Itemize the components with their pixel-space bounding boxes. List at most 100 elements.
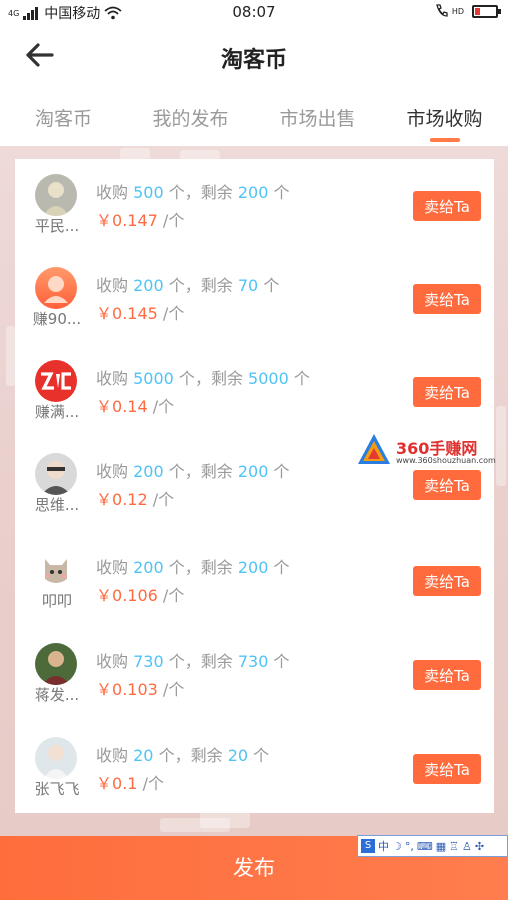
tab-taoke-coin[interactable]: 淘客币 (0, 90, 127, 146)
list-item: 张飞飞 收购 20 个，剩余 20 个 ￥0.1 /个 卖给Ta (15, 722, 494, 815)
unit-label: 个 (263, 276, 280, 295)
buy-count: 200 (133, 462, 164, 481)
remaining-count: 200 (237, 183, 269, 202)
currency-symbol: ￥ (96, 304, 113, 323)
remaining-label: ，剩余 (194, 369, 243, 388)
battery-icon (472, 4, 501, 18)
avatar (35, 737, 77, 779)
list-item: 叩叩 收购 200 个，剩余 200 个 ￥0.106 /个 卖给Ta (15, 534, 494, 627)
per-unit-label: /个 (162, 680, 185, 699)
price-info: ￥0.1 /个 (96, 770, 164, 794)
buy-count: 200 (133, 276, 164, 295)
per-unit-label: /个 (162, 304, 185, 323)
status-bar: 4G 中国移动 08:07 HD (0, 0, 508, 24)
username: 蒋发... (34, 686, 80, 704)
buy-label: 收购 (96, 183, 129, 202)
per-unit-label: /个 (162, 586, 185, 605)
remaining-label: ，剩余 (174, 746, 223, 765)
per-unit-label: /个 (152, 490, 175, 509)
sell-button[interactable]: 卖给Ta (413, 191, 481, 221)
remaining-count: 200 (237, 558, 269, 577)
sell-button[interactable]: 卖给Ta (413, 566, 481, 596)
remaining-label: ，剩余 (184, 276, 233, 295)
tab-market-sell[interactable]: 市场出售 (254, 90, 381, 146)
buy-label: 收购 (96, 369, 129, 388)
remaining-label: ，剩余 (184, 558, 233, 577)
price-value: 0.14 (112, 397, 148, 416)
unit-label: 个 (168, 276, 185, 295)
remaining-count: 5000 (248, 369, 289, 388)
avatar (35, 549, 77, 591)
currency-symbol: ￥ (96, 211, 113, 230)
buy-listing-card: 平民... 收购 500 个，剩余 200 个 ￥0.147 /个 卖给Ta 赚… (15, 159, 494, 813)
price-info: ￥0.106 /个 (96, 582, 184, 606)
ime-toolbar: S 中 ☽ °, ⌨ ▦ ♖ ♙ ✣ (357, 835, 508, 857)
shirt-icon[interactable]: ♖ (449, 840, 459, 853)
unit-label: 个 (273, 462, 290, 481)
price-value: 0.106 (112, 586, 158, 605)
buy-info: 收购 200 个，剩余 200 个 (96, 554, 290, 578)
unit-label: 个 (273, 652, 290, 671)
sell-button[interactable]: 卖给Ta (413, 377, 481, 407)
list-item: 平民... 收购 500 个，剩余 200 个 ￥0.147 /个 卖给Ta (15, 159, 494, 252)
buy-label: 收购 (96, 558, 129, 577)
watermark-url: www.360shouzhuan.com (396, 456, 496, 465)
sell-button[interactable]: 卖给Ta (413, 470, 481, 500)
sell-button[interactable]: 卖给Ta (413, 284, 481, 314)
phone-icon (435, 4, 448, 17)
price-value: 0.103 (112, 680, 158, 699)
buy-info: 收购 20 个，剩余 20 个 (96, 742, 269, 766)
per-unit-label: /个 (142, 774, 164, 793)
unit-label: 个 (168, 183, 185, 202)
avatar (35, 453, 77, 495)
buy-info: 收购 500 个，剩余 200 个 (96, 179, 290, 203)
ime-mode[interactable]: 中 (378, 838, 389, 854)
price-info: ￥0.145 /个 (96, 300, 184, 324)
avatar (35, 267, 77, 309)
username: 赚满... (34, 403, 80, 421)
user-icon[interactable]: ♙ (462, 840, 472, 853)
price-info: ￥0.147 /个 (96, 207, 184, 231)
currency-symbol: ￥ (96, 586, 113, 605)
tab-my-posts[interactable]: 我的发布 (127, 90, 254, 146)
sell-button[interactable]: 卖给Ta (413, 754, 481, 784)
remaining-count: 730 (237, 652, 269, 671)
unit-label: 个 (168, 558, 185, 577)
watermark-logo-icon (358, 434, 390, 464)
unit-label: 个 (158, 746, 175, 765)
unit-label: 个 (168, 462, 185, 481)
currency-symbol: ￥ (96, 680, 113, 699)
keyboard-icon[interactable]: ⌨ (417, 840, 433, 853)
remaining-label: ，剩余 (184, 652, 233, 671)
sell-button[interactable]: 卖给Ta (413, 660, 481, 690)
buy-count: 5000 (133, 369, 174, 388)
grid-icon[interactable]: ▦ (436, 840, 446, 853)
price-value: 0.147 (112, 211, 158, 230)
tab-bar: 淘客币 我的发布 市场出售 市场收购 (0, 90, 508, 146)
ime-logo-icon[interactable]: S (361, 839, 375, 853)
settings-icon[interactable]: ✣ (475, 840, 484, 853)
tab-market-buy[interactable]: 市场收购 (381, 90, 508, 146)
buy-info: 收购 730 个，剩余 730 个 (96, 648, 290, 672)
remaining-label: ，剩余 (184, 183, 233, 202)
price-info: ￥0.103 /个 (96, 676, 184, 700)
price-value: 0.1 (112, 774, 138, 793)
moon-icon[interactable]: ☽ (392, 840, 402, 853)
avatar (35, 174, 77, 216)
username: 叩叩 (41, 592, 72, 610)
status-time: 08:07 (232, 3, 276, 21)
status-right: HD (434, 3, 501, 19)
currency-symbol: ￥ (96, 397, 113, 416)
buy-label: 收购 (96, 462, 129, 481)
buy-info: 收购 5000 个，剩余 5000 个 (96, 365, 310, 389)
remaining-count: 200 (237, 462, 269, 481)
avatar (35, 643, 77, 685)
username: 赚90... (32, 310, 82, 328)
page-title: 淘客币 (220, 48, 287, 73)
price-info: ￥0.14 /个 (96, 393, 174, 417)
punctuation-icon[interactable]: °, (405, 840, 414, 853)
username: 思维... (34, 496, 80, 514)
per-unit-label: /个 (162, 211, 185, 230)
unit-label: 个 (168, 652, 185, 671)
buy-count: 730 (133, 652, 164, 671)
